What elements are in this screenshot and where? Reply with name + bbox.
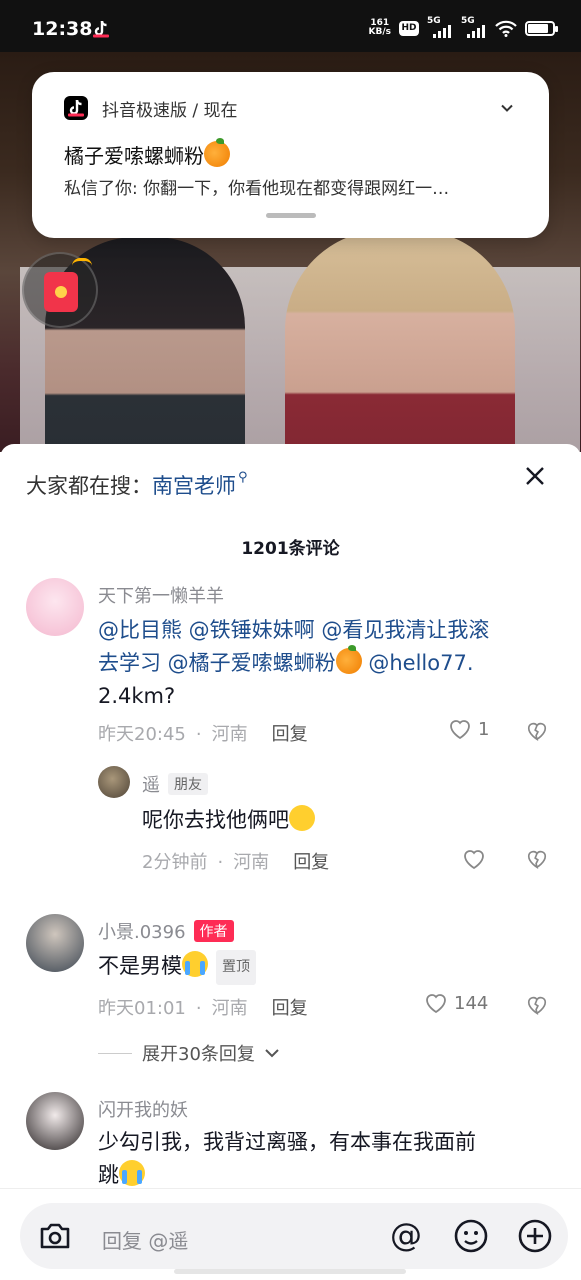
red-packet-button[interactable] <box>22 252 98 328</box>
comment-input-placeholder: 回复 @遥 <box>102 1229 189 1253</box>
tiktok-notification-icon <box>93 20 109 38</box>
reply-location: 河南 <box>233 852 270 873</box>
orange-emoji-icon <box>335 645 362 674</box>
broken-heart-icon[interactable] <box>526 720 548 742</box>
camera-icon[interactable] <box>34 1215 76 1257</box>
tongue-laugh-emoji-icon <box>289 805 315 831</box>
search-prefix: 大家都在搜： <box>26 474 152 498</box>
broken-heart-icon[interactable] <box>526 848 548 870</box>
notification-title: 橘子爱嗦螺蛳粉 <box>64 138 230 169</box>
orange-emoji-icon <box>204 138 230 167</box>
signal-icon-sim1: 5G <box>427 16 453 38</box>
reply-text-content: 呢你去找他俩吧 <box>142 808 289 832</box>
comment-mention-hello77[interactable]: @hello77. <box>362 651 473 675</box>
chevron-down-icon[interactable] <box>501 102 513 114</box>
search-keyword-link[interactable]: 南宫老师 <box>152 474 236 498</box>
trending-search-row[interactable]: 大家都在搜：南宫老师 ⚲ <box>26 470 248 500</box>
heart-icon[interactable] <box>462 848 486 870</box>
broken-heart-icon[interactable] <box>526 994 548 1016</box>
signal-icon-sim2: 5G <box>461 16 487 38</box>
reply-meta: 2分钟前 · 河南 回复 <box>142 852 330 873</box>
notification-app-name: 抖音极速版 / 现在 <box>102 101 238 121</box>
video-person-right <box>285 230 515 452</box>
comment-location: 河南 <box>211 998 248 1019</box>
reply-time: 2分钟前 <box>142 852 208 873</box>
plus-icon[interactable] <box>514 1215 556 1257</box>
comment-text-line3: 2.4km? <box>98 684 176 708</box>
comment-mentions-line1[interactable]: @比目熊 @铁锤妹妹啊 @看见我清让我滚 <box>98 614 548 647</box>
notification-card[interactable]: 抖音极速版 / 现在 橘子爱嗦螺蛳粉 私信了你: 你翻一下，你看他现在都变得跟网… <box>32 72 549 238</box>
crying-emoji-icon <box>119 1160 145 1186</box>
comment-meta: 昨天01:01 · 河南 回复 <box>98 998 308 1019</box>
svg-text:@: @ <box>390 1216 422 1254</box>
comment-text: 不是男模 置顶 <box>98 950 256 985</box>
comment-mentions-line2[interactable]: 去学习 @橘子爱嗦螺蛳粉 <box>98 651 336 675</box>
reply-button[interactable]: 回复 <box>293 852 329 873</box>
comment-location: 河南 <box>211 724 248 745</box>
comment-text-line2: 跳 <box>98 1163 119 1187</box>
comment-input[interactable]: 回复 @遥 @ <box>20 1203 568 1269</box>
comment-username-row: 小景.0396 作者 <box>98 918 234 944</box>
home-indicator[interactable] <box>174 1269 406 1274</box>
expand-replies-button[interactable]: 展开30条回复 <box>98 1040 279 1066</box>
pinned-badge: 置顶 <box>216 950 256 985</box>
comment-input-bar: 回复 @遥 @ <box>0 1188 581 1280</box>
notification-title-text: 橘子爱嗦螺蛳粉 <box>64 144 204 168</box>
expand-replies-label: 展开30条回复 <box>142 1044 255 1065</box>
reply-username[interactable]: 遥 <box>142 775 160 796</box>
status-bar: 12:38 161 KB/s HD 5G 5G <box>0 0 581 52</box>
comments-sheet: 大家都在搜：南宫老师 ⚲ 1201条评论 天下第一懒羊羊 @比目熊 @铁锤妹妹啊 … <box>0 444 581 1280</box>
at-icon[interactable]: @ <box>385 1215 427 1257</box>
hd-icon: HD <box>399 20 419 36</box>
reply-button[interactable]: 回复 <box>272 998 308 1019</box>
net-speed-unit: KB/s <box>368 27 391 37</box>
comment-text: 少勾引我，我背过离骚，有本事在我面前 跳 <box>98 1126 548 1192</box>
reply-username-row: 遥朋友 <box>142 771 208 797</box>
wifi-icon <box>495 20 517 37</box>
avatar[interactable] <box>26 914 84 972</box>
like-button[interactable]: 144 <box>424 992 488 1014</box>
reply-text: 呢你去找他俩吧 <box>142 804 315 837</box>
close-icon[interactable] <box>525 466 545 486</box>
notification-body: 私信了你: 你翻一下，你看他现在都变得跟网红一… <box>64 179 450 199</box>
avatar[interactable] <box>26 578 84 636</box>
progress-ring-icon <box>72 258 92 266</box>
avatar[interactable] <box>26 1092 84 1150</box>
comment-time: 昨天20:45 <box>98 724 186 745</box>
red-envelope-icon <box>44 272 78 312</box>
search-icon: ⚲ <box>238 470 248 485</box>
comment-username[interactable]: 闪开我的妖 <box>98 1096 188 1122</box>
like-button[interactable]: 1 <box>448 718 489 740</box>
heart-icon <box>450 720 470 740</box>
heart-icon <box>426 994 446 1014</box>
like-count: 144 <box>454 992 489 1014</box>
comment-text-line1: 少勾引我，我背过离骚，有本事在我面前 <box>98 1130 476 1154</box>
author-badge: 作者 <box>193 920 234 942</box>
friend-badge: 朋友 <box>168 773 208 795</box>
douyin-lite-app-icon <box>64 96 88 120</box>
like-count: 1 <box>478 718 490 740</box>
battery-icon <box>525 20 558 36</box>
comment-count: 1201条评论 <box>241 539 340 559</box>
comment-text: @比目熊 @铁锤妹妹啊 @看见我清让我滚 去学习 @橘子爱嗦螺蛳粉 @hello… <box>98 614 548 713</box>
reply-button[interactable]: 回复 <box>272 724 308 745</box>
comment-username[interactable]: 天下第一懒羊羊 <box>98 582 224 608</box>
emoji-icon[interactable] <box>450 1215 492 1257</box>
chevron-down-icon <box>265 1049 279 1058</box>
net-speed: 161 KB/s <box>369 19 391 37</box>
comment-meta: 昨天20:45 · 河南 回复 <box>98 724 308 745</box>
comment-text-content: 不是男模 <box>98 954 182 978</box>
notification-drag-handle[interactable] <box>266 213 316 218</box>
comment-time: 昨天01:01 <box>98 998 186 1019</box>
comment-username[interactable]: 小景.0396 <box>98 922 186 943</box>
crying-emoji-icon <box>182 951 208 977</box>
avatar[interactable] <box>98 766 130 798</box>
status-time: 12:38 <box>32 18 93 40</box>
